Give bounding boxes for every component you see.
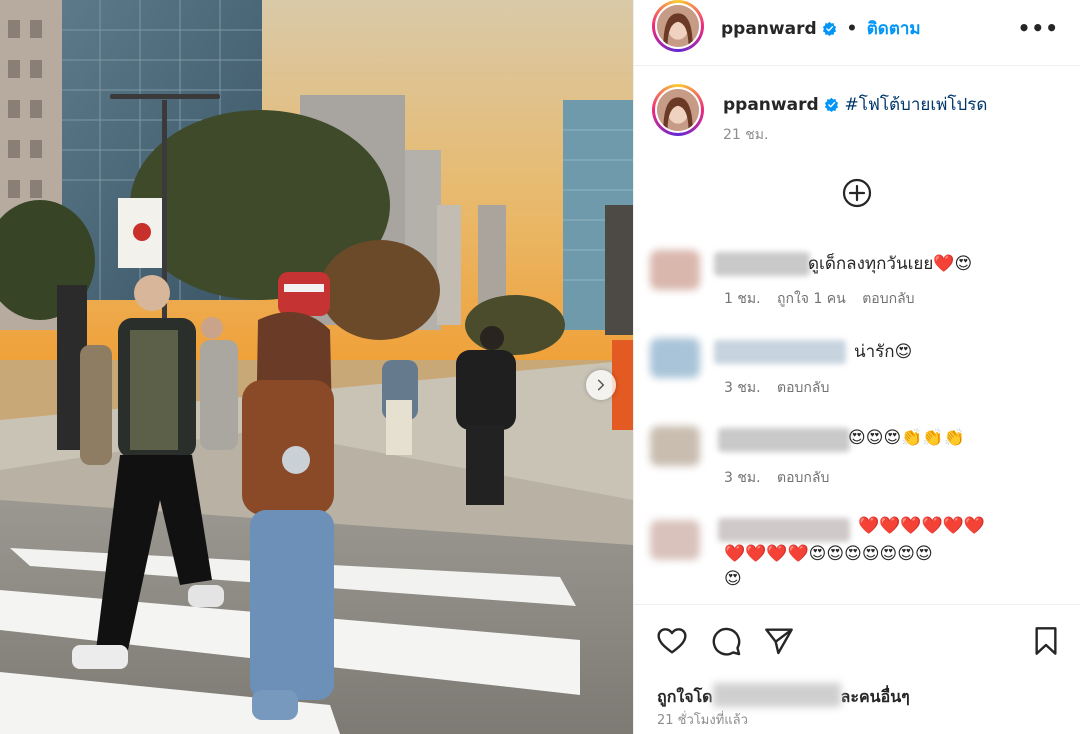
like-heart-icon[interactable] — [656, 625, 688, 657]
author-username[interactable]: ppanward — [721, 19, 817, 39]
comment-time: 3 ชม. — [724, 380, 761, 396]
caption-time: 21 ชม. — [723, 127, 769, 143]
comment-text-line-1: ❤️❤️❤️❤️❤️❤️ — [858, 516, 986, 536]
comment-time: 1 ชม. — [724, 291, 761, 307]
reply-button[interactable]: ตอบกลับ — [777, 380, 829, 396]
commenter-username-redacted[interactable] — [718, 518, 850, 542]
post-side-panel: ppanward • ติดตาม ••• ppanward #โฟโต้บาย… — [633, 0, 1080, 734]
comment-text-line-2: ❤️❤️❤️❤️😍😍😍😍😍😍😍 — [724, 544, 933, 564]
comment-text: ดูเด็กลงทุกวันเยย❤️😍 — [808, 254, 973, 274]
comment-meta: 3 ชม. ตอบกลับ — [724, 467, 841, 489]
caption-hashtag-link[interactable]: #โฟโต้บายเพ่โปรด — [844, 95, 987, 115]
save-bookmark-icon[interactable] — [1030, 625, 1062, 657]
post-photo[interactable] — [0, 0, 633, 734]
verified-badge-icon — [823, 21, 837, 36]
commenter-username-redacted[interactable] — [718, 428, 850, 452]
chevron-right-icon — [597, 379, 605, 391]
comment-text-line-3: 😍 — [724, 569, 742, 589]
profile-picture-icon — [657, 5, 699, 47]
carousel-next-button[interactable] — [586, 370, 616, 400]
post-actions: ถูกใจโด ละคนอื่นๆ 21 ชั่วโมงที่แล้ว — [634, 604, 1080, 734]
separator-dot: • — [846, 19, 858, 39]
post-header: ppanward • ติดตาม ••• — [634, 0, 1080, 66]
liked-by-summary[interactable]: ถูกใจโด ละคนอื่นๆ — [657, 683, 910, 710]
follow-button[interactable]: ติดตาม — [867, 19, 921, 39]
comment-text: น่ารัก😍 — [854, 342, 913, 362]
liked-by-suffix: ละคนอื่นๆ — [840, 687, 910, 706]
verified-badge-icon — [825, 97, 839, 112]
reply-button[interactable]: ตอบกลับ — [862, 291, 914, 307]
more-options-icon[interactable]: ••• — [1018, 16, 1059, 40]
load-more-comments-icon[interactable] — [841, 177, 873, 209]
comment-like-count[interactable]: ถูกใจ 1 คน — [777, 291, 846, 307]
commenter-avatar[interactable] — [650, 338, 700, 378]
liked-by-prefix: ถูกใจโด — [657, 687, 713, 706]
comment-meta: 1 ชม. ถูกใจ 1 คน ตอบกลับ — [724, 288, 927, 310]
liked-by-redacted-name — [712, 683, 841, 707]
comment-meta: 3 ชม. ตอบกลับ — [724, 377, 841, 399]
commenter-avatar[interactable] — [650, 250, 700, 290]
caption-author-avatar[interactable] — [652, 84, 704, 136]
profile-picture-icon — [657, 89, 699, 131]
comment-bubble-icon[interactable] — [710, 625, 742, 657]
commenter-avatar[interactable] — [650, 520, 700, 560]
share-send-icon[interactable] — [763, 625, 795, 657]
commenter-avatar[interactable] — [650, 426, 700, 466]
comment-text: 😍😍😍👏👏👏 — [848, 428, 965, 448]
comment-time: 3 ชม. — [724, 470, 761, 486]
reply-button[interactable]: ตอบกลับ — [777, 470, 829, 486]
author-avatar[interactable] — [652, 0, 704, 52]
caption-username[interactable]: ppanward — [723, 95, 819, 115]
commenter-username-redacted[interactable] — [714, 252, 810, 276]
street-scene-image — [0, 0, 633, 734]
commenter-username-redacted[interactable] — [714, 340, 846, 364]
post-timestamp: 21 ชั่วโมงที่แล้ว — [657, 713, 748, 728]
